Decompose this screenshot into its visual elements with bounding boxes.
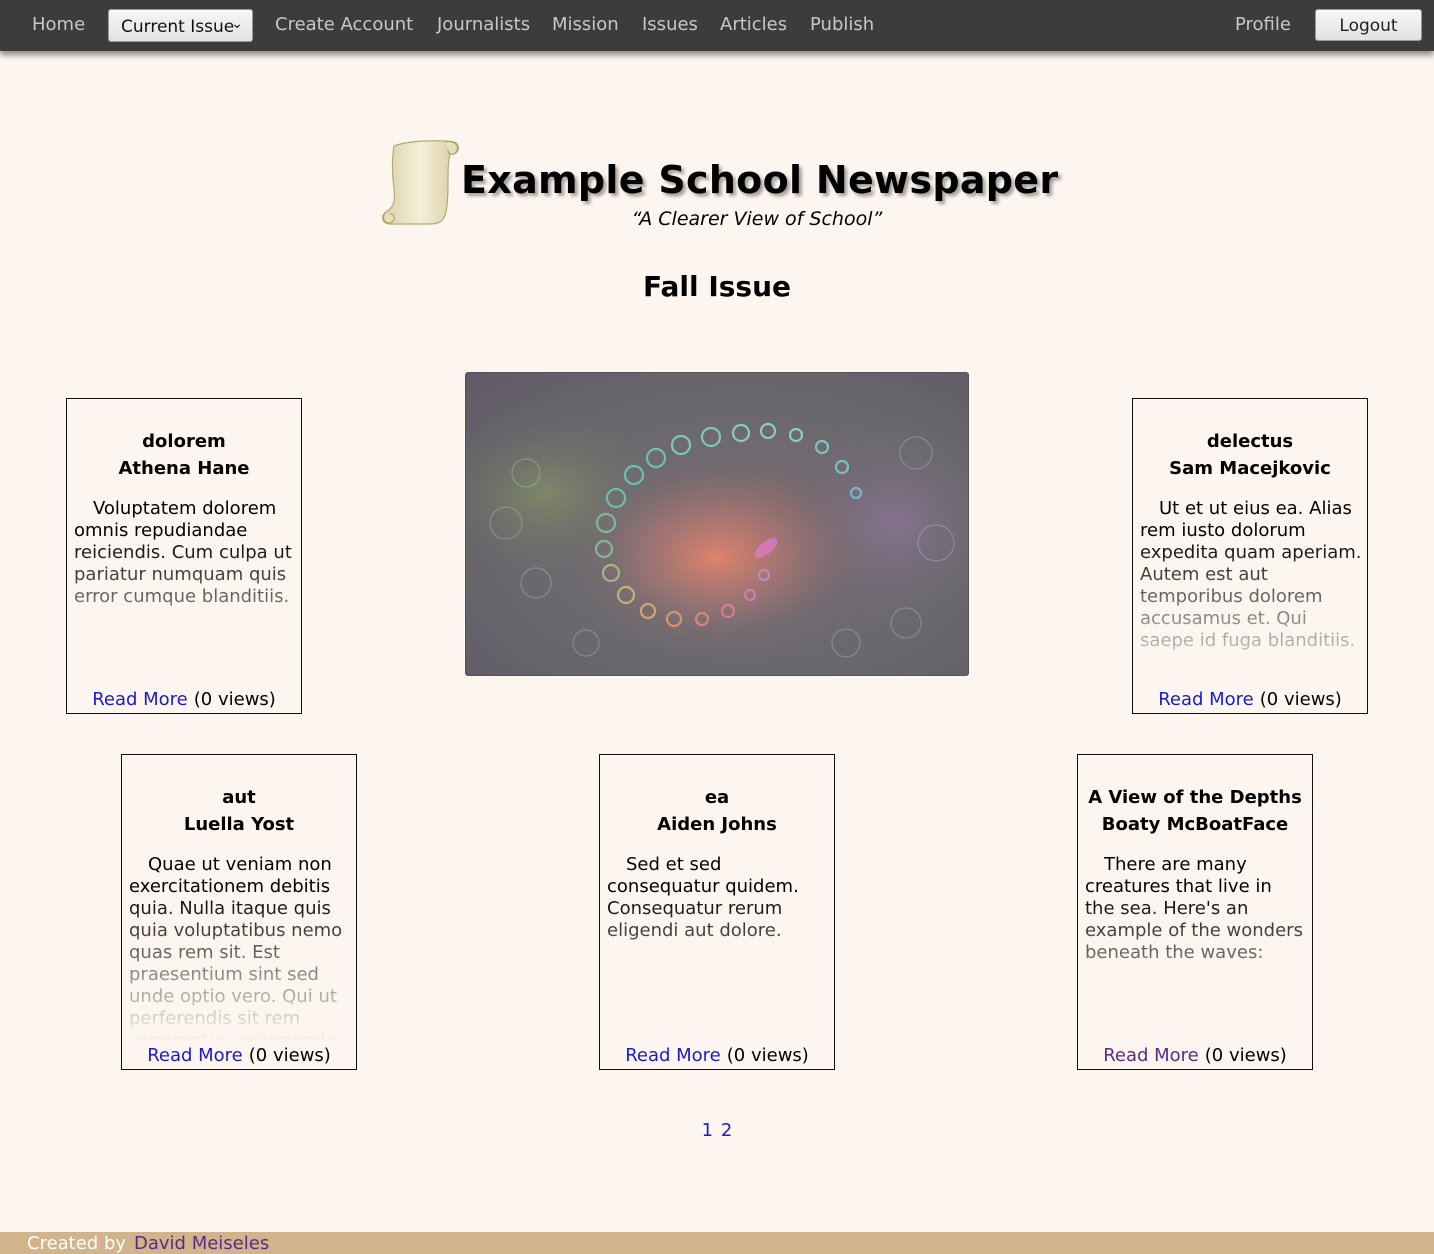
article-author: Athena Hane <box>118 458 250 479</box>
view-count: (0 views) <box>1259 689 1342 710</box>
article-card: ea Aiden Johns Sed et sed consequatur qu… <box>599 754 835 1070</box>
read-more-link[interactable]: Read More <box>1103 1045 1199 1066</box>
nav-profile-link[interactable]: Profile <box>1235 14 1291 35</box>
read-more-link[interactable]: Read More <box>625 1045 721 1066</box>
footer-credit-label: Created by <box>27 1233 127 1254</box>
site-title: Example School Newspaper <box>461 158 1059 202</box>
article-card: A View of the Depths Boaty McBoatFace Th… <box>1077 754 1313 1070</box>
article-author: Boaty McBoatFace <box>1101 814 1289 835</box>
read-more-link[interactable]: Read More <box>92 689 188 710</box>
article-excerpt: There are many creatures that live in th… <box>1085 854 1303 963</box>
article-card: dolorem Athena Hane Voluptatem dolorem o… <box>66 398 302 714</box>
site-tagline: “A Clearer View of School” <box>631 208 883 230</box>
view-count: (0 views) <box>248 1045 331 1066</box>
article-excerpt: Sed et sed consequatur quidem. Consequat… <box>607 854 799 941</box>
nav-create-account-link[interactable]: Create Account <box>275 14 413 35</box>
article-footer: Read More (0 views) <box>122 1045 356 1066</box>
nav-home-link[interactable]: Home <box>32 14 85 35</box>
current-issue-label: Current Issue <box>121 17 235 37</box>
article-title: A View of the Depths <box>1088 787 1302 808</box>
article-footer: Read More (0 views) <box>1133 689 1367 710</box>
read-more-link[interactable]: Read More <box>147 1045 243 1066</box>
view-count: (0 views) <box>193 689 276 710</box>
issue-title: Fall Issue <box>643 270 791 303</box>
featured-fractal-image[interactable] <box>465 372 969 676</box>
article-excerpt: Quae ut veniam non exercitationem debiti… <box>129 854 343 1044</box>
article-author: Luella Yost <box>183 814 295 835</box>
fractal-spiral-artwork <box>466 403 968 658</box>
page-link-1[interactable]: 1 <box>702 1120 713 1141</box>
chevron-down-icon: ⌄ <box>231 16 243 32</box>
article-footer: Read More (0 views) <box>600 1045 834 1066</box>
article-title: aut <box>222 787 256 808</box>
view-count: (0 views) <box>726 1045 809 1066</box>
logout-button[interactable]: Logout <box>1315 9 1422 41</box>
article-title: delectus <box>1206 431 1294 452</box>
current-issue-dropdown[interactable]: Current Issue ⌄ <box>108 9 253 42</box>
article-excerpt: Voluptatem dolorem omnis repudiandae rei… <box>74 498 292 607</box>
pagination: 1 2 <box>0 1120 1434 1141</box>
article-title: ea <box>704 787 730 808</box>
view-count: (0 views) <box>1204 1045 1287 1066</box>
article-card: delectus Sam Macejkovic Ut et ut eius ea… <box>1132 398 1368 714</box>
page-footer: Created by David Meiseles <box>0 1232 1434 1254</box>
article-title: dolorem <box>142 431 226 452</box>
article-card: aut Luella Yost Quae ut veniam non exerc… <box>121 754 357 1070</box>
footer-author-link[interactable]: David Meiseles <box>134 1233 269 1254</box>
page-link-2[interactable]: 2 <box>721 1120 732 1141</box>
nav-mission-link[interactable]: Mission <box>552 14 619 35</box>
article-footer: Read More (0 views) <box>1078 1045 1312 1066</box>
nav-issues-link[interactable]: Issues <box>642 14 698 35</box>
article-author: Sam Macejkovic <box>1169 458 1331 479</box>
nav-articles-link[interactable]: Articles <box>720 14 787 35</box>
nav-journalists-link[interactable]: Journalists <box>437 14 530 35</box>
article-excerpt: Ut et ut eius ea. Alias rem iusto doloru… <box>1140 498 1362 651</box>
read-more-link[interactable]: Read More <box>1158 689 1254 710</box>
top-navbar: Home Current Issue ⌄ Create Account Jour… <box>0 0 1434 51</box>
nav-publish-link[interactable]: Publish <box>810 14 874 35</box>
article-author: Aiden Johns <box>657 814 777 835</box>
article-footer: Read More (0 views) <box>67 689 301 710</box>
